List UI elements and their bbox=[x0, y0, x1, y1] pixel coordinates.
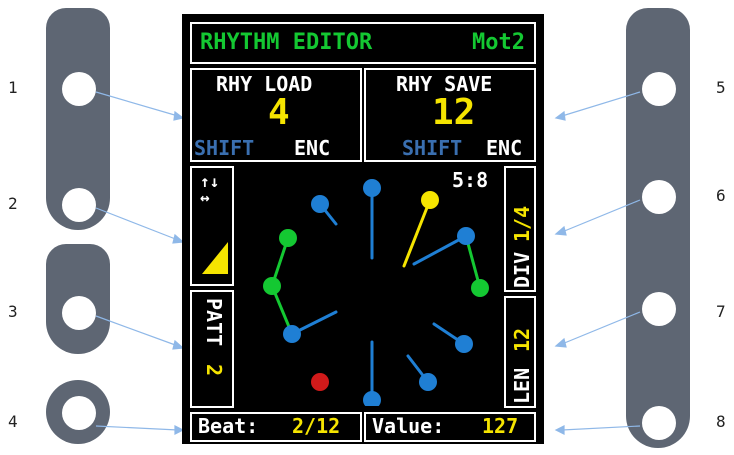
beat-dot-8 bbox=[311, 373, 329, 391]
rhy-save-enc: ENC bbox=[486, 136, 523, 160]
len-label: LEN bbox=[510, 367, 534, 404]
rhy-save-value: 12 bbox=[432, 92, 476, 133]
beat-dot-10 bbox=[263, 277, 281, 295]
direction-arrows-icon: ↑↓↔ bbox=[200, 172, 220, 207]
screen-title: RHYTHM EDITOR bbox=[200, 30, 373, 55]
beat-label: Beat: bbox=[198, 414, 259, 438]
rhy-load-enc: ENC bbox=[294, 136, 331, 160]
rhy-load-shift: SHIFT bbox=[194, 136, 255, 160]
rhy-load-value: 4 bbox=[268, 92, 290, 133]
beat-dot-1 bbox=[363, 179, 381, 197]
beat-dot-9 bbox=[283, 325, 301, 343]
value-value: 127 bbox=[482, 414, 519, 438]
beat-dot-3 bbox=[457, 227, 475, 245]
beat-value: 2/12 bbox=[292, 414, 341, 438]
beat-dot-7 bbox=[363, 391, 381, 406]
value-label: Value: bbox=[372, 414, 445, 438]
rhy-load-label: RHY LOAD bbox=[216, 72, 313, 96]
div-value: 1/4 bbox=[510, 205, 534, 242]
beat-dot-6 bbox=[419, 373, 437, 391]
rhy-save-shift: SHIFT bbox=[402, 136, 463, 160]
beat-dot-12 bbox=[311, 195, 329, 213]
ramp-icon bbox=[202, 242, 228, 274]
beat-dot-2 bbox=[421, 191, 439, 209]
beat-dot-4 bbox=[471, 279, 489, 297]
patt-value: 2 bbox=[202, 364, 226, 377]
beat-dot-11 bbox=[279, 229, 297, 247]
rhythm-wheel bbox=[263, 179, 489, 406]
div-label: DIV bbox=[510, 251, 534, 288]
beat-dot-5 bbox=[455, 335, 473, 353]
display-screen: RHYTHM EDITOR Mot2 RHY LOAD 4 SHIFT ENC … bbox=[182, 14, 544, 444]
patt-label: PATT bbox=[202, 298, 226, 347]
len-value: 12 bbox=[510, 327, 534, 352]
mode-indicator: Mot2 bbox=[472, 30, 525, 55]
